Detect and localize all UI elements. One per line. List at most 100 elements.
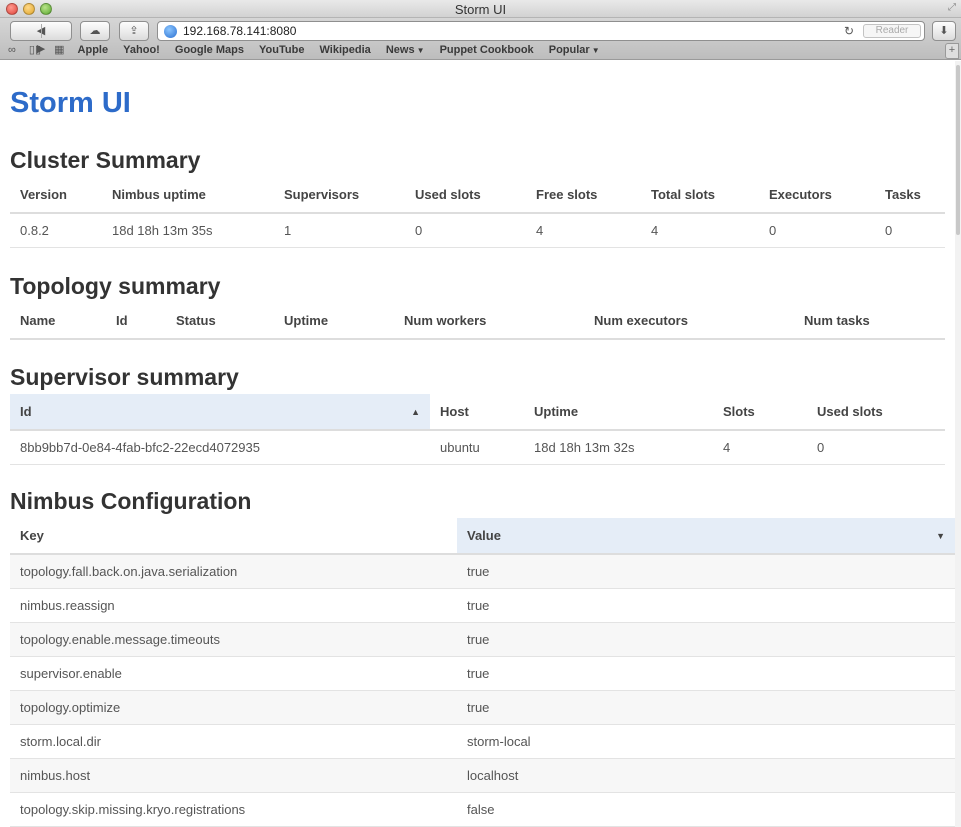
bookmark-wikipedia[interactable]: Wikipedia — [320, 44, 371, 56]
column-header[interactable]: Supervisors — [274, 177, 405, 214]
bookmark-puppet-cookbook[interactable]: Puppet Cookbook — [440, 44, 534, 56]
page-title: Storm UI — [10, 87, 131, 119]
table-cell: 0 — [807, 430, 945, 465]
table-cell: 0 — [405, 213, 526, 248]
config-key: storm.local.dir — [10, 724, 457, 759]
window-title: Storm UI — [454, 2, 507, 17]
downloads-button[interactable]: ⬇ — [932, 21, 956, 41]
topology-summary-table: Name Id Status Uptime Num workers Num ex… — [10, 303, 945, 340]
column-header[interactable]: Tasks — [875, 177, 945, 214]
table-row: nimbus.host localhost — [10, 758, 955, 793]
table-cell: 18d 18h 13m 32s — [524, 430, 713, 465]
config-key: topology.fall.back.on.java.serialization — [10, 554, 457, 589]
fullscreen-icon[interactable]: ⤢ — [948, 2, 956, 13]
column-header[interactable]: Status — [166, 303, 274, 340]
config-value: true — [457, 690, 955, 725]
chevron-down-icon: ▼ — [591, 46, 600, 55]
table-header-row: Key Value ▼ — [10, 518, 955, 555]
table-row: nimbus.reassign true — [10, 588, 955, 623]
bookmarks-book-icon[interactable]: ▯▯ — [29, 43, 41, 56]
column-header[interactable]: Used slots — [405, 177, 526, 214]
back-forward-buttons: ◀ ▶ — [10, 21, 72, 55]
bookmark-news[interactable]: News ▼ — [386, 44, 425, 56]
table-row: topology.fall.back.on.java.serialization… — [10, 554, 955, 589]
config-key: supervisor.enable — [10, 656, 457, 691]
config-key: topology.enable.message.timeouts — [10, 622, 457, 657]
bookmark-apple[interactable]: Apple — [78, 44, 109, 56]
table-cell: 0 — [875, 213, 945, 248]
column-header[interactable]: Slots — [713, 394, 807, 431]
config-value: true — [457, 588, 955, 623]
icloud-tabs-button[interactable]: ☁ — [80, 21, 110, 41]
download-icon: ⬇ — [939, 25, 949, 37]
bookmark-yahoo[interactable]: Yahoo! — [123, 44, 160, 56]
bookmark-popular[interactable]: Popular ▼ — [549, 44, 600, 56]
bookmarks-bar: ∞ ▯▯ ▦ Apple Yahoo! Google Maps YouTube … — [8, 43, 612, 57]
table-header-row: Name Id Status Uptime Num workers Num ex… — [10, 303, 945, 340]
reload-icon[interactable]: ↻ — [844, 24, 854, 38]
cluster-summary-table: Version Nimbus uptime Supervisors Used s… — [10, 177, 945, 248]
window-titlebar: Storm UI ⤢ — [0, 0, 961, 18]
supervisor-summary-table: Id ▲ Host Uptime Slots Used slots 8bb9bb… — [10, 394, 945, 465]
bookmark-youtube[interactable]: YouTube — [259, 44, 304, 56]
table-cell: 8bb9bb7d-0e84-4fab-bfc2-22ecd4072935 — [10, 430, 430, 465]
vertical-scrollbar[interactable] — [955, 61, 961, 827]
config-key: nimbus.reassign — [10, 588, 457, 623]
new-tab-button[interactable]: + — [945, 43, 959, 59]
column-header[interactable]: Total slots — [641, 177, 759, 214]
config-key: topology.skip.missing.kryo.registrations — [10, 792, 457, 827]
table-row: supervisor.enable true — [10, 656, 955, 691]
config-key: nimbus.host — [10, 758, 457, 793]
reading-list-icon[interactable]: ∞ — [8, 44, 16, 56]
column-header[interactable]: Executors — [759, 177, 875, 214]
column-header[interactable]: Nimbus uptime — [102, 177, 274, 214]
bookmark-google-maps[interactable]: Google Maps — [175, 44, 244, 56]
reader-button[interactable]: Reader — [863, 24, 921, 38]
share-icon: ⇪ — [129, 25, 139, 37]
table-cell: 4 — [641, 213, 759, 248]
table-row: 8bb9bb7d-0e84-4fab-bfc2-22ecd4072935 ubu… — [10, 430, 945, 465]
column-header[interactable]: Num workers — [394, 303, 584, 340]
column-header[interactable]: Version — [10, 177, 102, 214]
nimbus-configuration-heading: Nimbus Configuration — [10, 488, 252, 514]
sort-ascending-icon: ▲ — [411, 407, 420, 417]
column-header-label: Id — [20, 404, 32, 419]
column-header[interactable]: Uptime — [274, 303, 394, 340]
cloud-icon: ☁ — [89, 25, 101, 37]
table-row: topology.enable.message.timeouts true — [10, 622, 955, 657]
config-key: topology.optimize — [10, 690, 457, 725]
column-header[interactable]: Name — [10, 303, 106, 340]
column-header[interactable]: Used slots — [807, 394, 945, 431]
column-header[interactable]: Num tasks — [794, 303, 945, 340]
table-header-row: Id ▲ Host Uptime Slots Used slots — [10, 394, 945, 431]
column-header[interactable]: Key — [10, 518, 457, 555]
config-value: true — [457, 656, 955, 691]
top-sites-grid-icon[interactable]: ▦ — [54, 43, 64, 56]
nimbus-configuration-table: Key Value ▼ topology.fall.back.on.java.s… — [10, 518, 955, 827]
table-cell: 1 — [274, 213, 405, 248]
globe-icon — [164, 25, 177, 38]
table-cell: 4 — [526, 213, 641, 248]
column-header[interactable]: Host — [430, 394, 524, 431]
supervisor-summary-heading: Supervisor summary — [10, 364, 239, 390]
chevron-down-icon: ▼ — [416, 46, 425, 55]
url-text[interactable]: 192.168.78.141:8080 — [183, 24, 296, 38]
column-header[interactable]: Uptime — [524, 394, 713, 431]
config-value: localhost — [457, 758, 955, 793]
column-header-sorted[interactable]: Value ▼ — [457, 518, 955, 555]
column-header[interactable]: Free slots — [526, 177, 641, 214]
share-button[interactable]: ⇪ — [119, 21, 149, 41]
page-content: Storm UI Cluster Summary Version Nimbus … — [0, 61, 955, 827]
scrollbar-thumb[interactable] — [956, 65, 960, 235]
address-bar[interactable]: 192.168.78.141:8080 ↻ Reader — [157, 21, 925, 41]
table-cell: 0.8.2 — [10, 213, 102, 248]
config-value: true — [457, 554, 955, 589]
table-row: topology.skip.missing.kryo.registrations… — [10, 792, 955, 827]
config-value: false — [457, 792, 955, 827]
column-header[interactable]: Id — [106, 303, 166, 340]
browser-toolbar: ◀ ▶ ☁ ⇪ 192.168.78.141:8080 ↻ Reader ⬇ ∞… — [0, 18, 961, 60]
bookmark-popular-label: Popular — [548, 44, 590, 56]
column-header[interactable]: Num executors — [584, 303, 794, 340]
column-header-sorted[interactable]: Id ▲ — [10, 394, 430, 431]
topology-summary-heading: Topology summary — [10, 273, 221, 299]
